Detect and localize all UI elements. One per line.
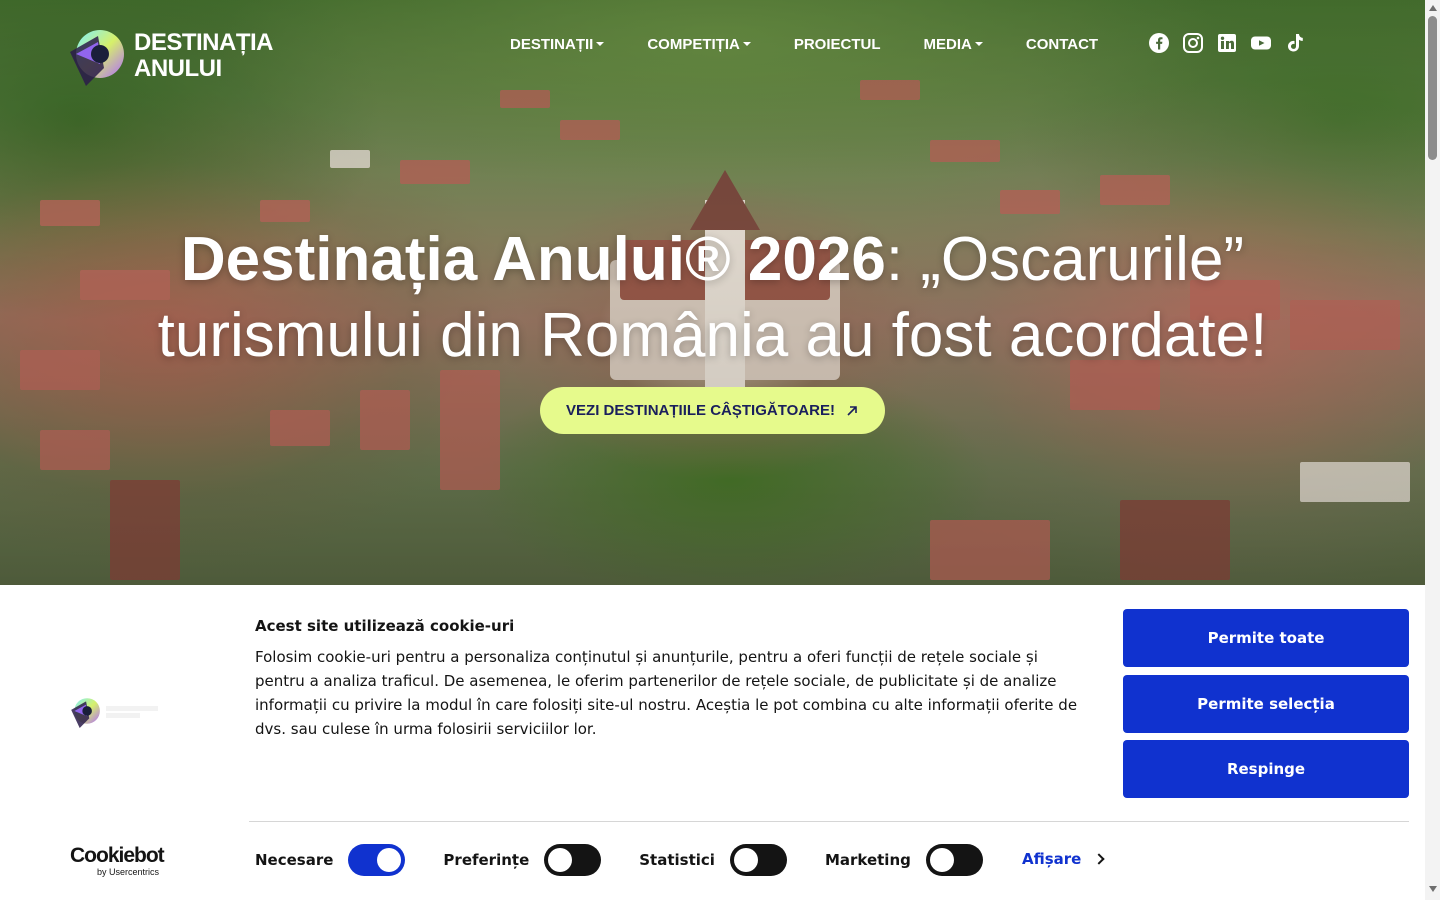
nav-item-contact[interactable]: CONTACT [1026, 34, 1098, 54]
site-logo[interactable]: DESTINAȚIA ANULUI [64, 22, 294, 90]
toggle-statistics[interactable] [729, 844, 787, 876]
caret-down-icon [596, 42, 605, 46]
nav-item-label: COMPETIȚIA [647, 35, 740, 53]
nav-item-destinatii[interactable]: DESTINAȚII [510, 34, 605, 54]
toggle-label-marketing: Marketing [824, 851, 911, 869]
toggle-label-necessary: Necesare [255, 851, 334, 869]
scroll-down-icon[interactable] [1429, 886, 1437, 892]
nav-item-label: MEDIA [923, 35, 972, 53]
tiktok-icon[interactable] [1284, 32, 1306, 54]
youtube-icon[interactable] [1250, 32, 1272, 54]
headline-line-1: Destinația Anului® 2026: „Oscarurile” [0, 222, 1425, 298]
toggle-knob [377, 848, 402, 872]
details-label: Afișare [1022, 850, 1082, 868]
cookie-description: Folosim cookie-uri pentru a personaliza … [255, 648, 1078, 738]
headline-bold: Destinația Anului® 2026 [180, 225, 886, 294]
banner-divider [249, 821, 1409, 822]
caret-down-icon [742, 42, 751, 46]
toggle-necessary[interactable] [348, 844, 406, 876]
show-details-link[interactable]: Afișare [1022, 850, 1106, 868]
caret-down-icon [974, 42, 983, 46]
toggle-knob [548, 848, 573, 872]
nav-item-media[interactable]: MEDIA [924, 34, 983, 54]
toggle-knob [929, 848, 954, 872]
see-winners-button[interactable]: VEZI DESTINAȚIILE CÂȘTIGĂTOARE! [540, 387, 885, 434]
logo-line-2: ANULUI [134, 55, 222, 82]
cookiebot-by: by Usercentrics [97, 867, 160, 877]
banner-site-logo [68, 695, 168, 729]
chevron-right-icon [1093, 853, 1106, 865]
toggle-label-preferences: Preferințe [443, 851, 530, 869]
facebook-icon[interactable] [1148, 32, 1170, 54]
logo-mark-icon [64, 24, 128, 88]
allow-all-button[interactable]: Permite toate [1123, 609, 1409, 667]
top-navigation: DESTINAȚIA ANULUI DESTINAȚII COMPETIȚIA … [0, 0, 1425, 88]
scroll-thumb[interactable] [1428, 16, 1437, 160]
nav-item-proiectul[interactable]: PROIECTUL [794, 34, 881, 54]
page-scrollbar[interactable] [1425, 0, 1440, 900]
cookiebot-logo[interactable]: Cookiebot by Usercentrics [70, 845, 180, 879]
cookie-title: Acest site utilizează cookie-uri [255, 617, 515, 635]
headline-light-part: : „Oscarurile” [885, 225, 1245, 294]
logo-wordmark: DESTINAȚIA ANULUI [134, 29, 274, 82]
faded-wordmark-icon [106, 706, 158, 718]
nav-item-label: DESTINAȚII [510, 35, 594, 53]
hero-headline: Destinația Anului® 2026: „Oscarurile” tu… [0, 222, 1425, 374]
consent-toggles: Necesare Preferințe Statistici Marketing [255, 844, 983, 876]
toggle-marketing[interactable] [925, 844, 983, 876]
logo-mark-icon [71, 698, 100, 728]
instagram-icon[interactable] [1182, 32, 1204, 54]
arrow-up-right-icon [847, 405, 857, 416]
social-links [1148, 32, 1306, 54]
toggle-preferences[interactable] [544, 844, 602, 876]
nav-item-competitia[interactable]: COMPETIȚIA [647, 34, 751, 54]
nav-item-label: CONTACT [1025, 35, 1099, 53]
main-menu: DESTINAȚII COMPETIȚIA PROIECTUL MEDIA CO… [510, 34, 1098, 54]
nav-item-label: PROIECTUL [793, 35, 881, 53]
toggle-label-statistics: Statistici [639, 851, 715, 869]
toggle-knob [733, 848, 758, 872]
deny-button[interactable]: Respinge [1123, 740, 1409, 798]
cookiebot-name: Cookiebot [70, 844, 165, 867]
logo-line-1: DESTINAȚIA [134, 29, 274, 56]
headline-line-2: turismului din România au fost acordate! [157, 301, 1268, 370]
linkedin-icon[interactable] [1216, 32, 1238, 54]
cta-label: VEZI DESTINAȚIILE CÂȘTIGĂTOARE! [566, 402, 835, 419]
allow-selection-button[interactable]: Permite selecția [1123, 675, 1409, 733]
scroll-up-icon[interactable] [1429, 5, 1437, 11]
